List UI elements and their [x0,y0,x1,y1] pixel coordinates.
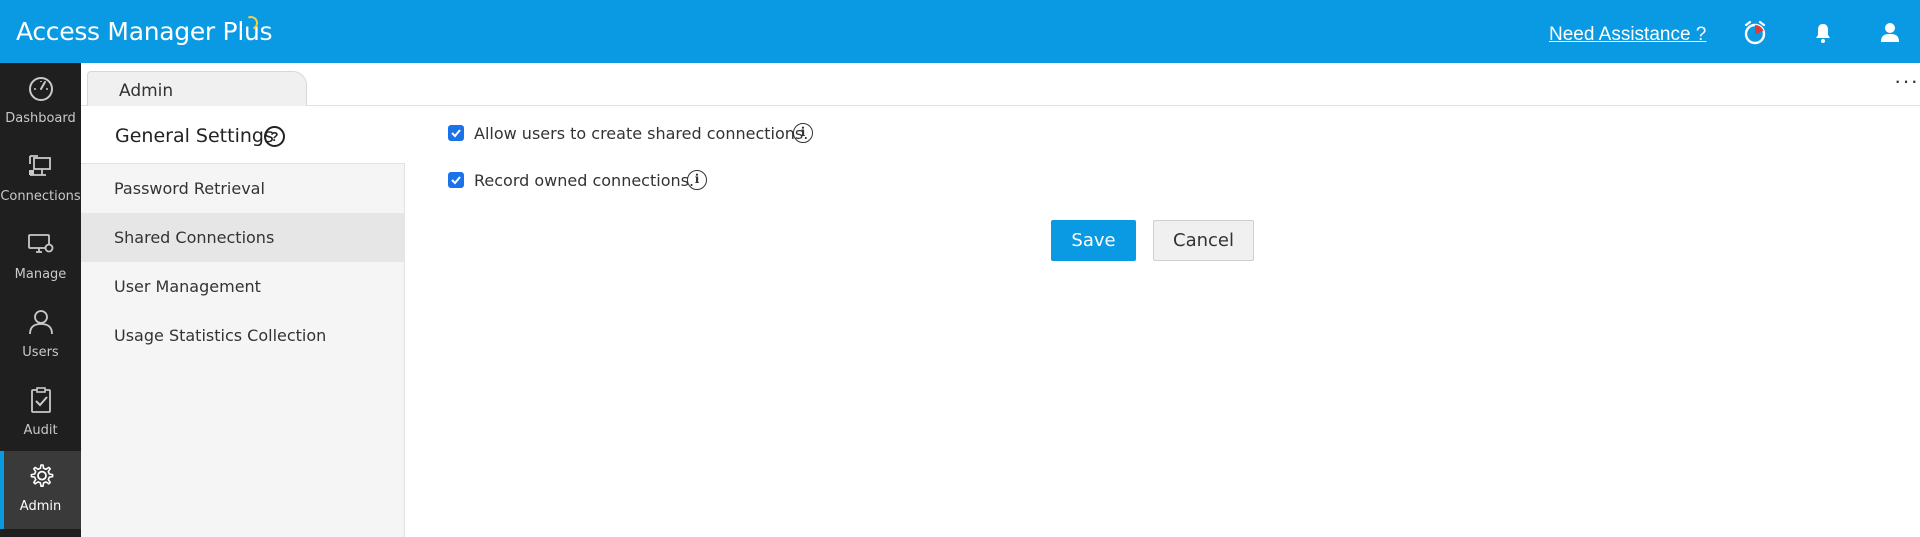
gear-icon [30,464,54,487]
settings-item-user-management[interactable]: User Management [81,262,405,311]
nav-item-users[interactable]: Users [0,297,81,375]
settings-item-shared-connections[interactable]: Shared Connections [81,213,405,262]
top-header: Access Manager Plus Need Assistance ? [0,0,1920,63]
settings-item-label: User Management [114,277,261,296]
settings-item-label: Password Retrieval [114,179,265,198]
nav-label: Connections [0,189,81,204]
settings-item-label: Usage Statistics Collection [114,326,327,345]
settings-item-label: Shared Connections [114,228,275,247]
info-icon[interactable]: i [793,123,813,143]
nav-item-audit[interactable]: Audit [0,375,81,453]
cancel-button[interactable]: Cancel [1153,220,1254,261]
connections-icon [29,155,51,176]
tab-strip: Admin [81,63,1920,106]
app-title: Access Manager Plus [16,17,273,46]
user-profile-icon[interactable] [1877,20,1903,46]
option-label: Record owned connections. [474,171,695,190]
tab-label: Admin [119,81,174,101]
nav-label: Dashboard [5,111,76,126]
active-indicator [0,451,4,529]
more-options-icon[interactable]: ··· [1894,70,1919,92]
nav-label: Manage [14,267,67,282]
nav-item-connections[interactable]: Connections [0,141,81,219]
allow-shared-checkbox[interactable] [448,125,464,141]
record-owned-checkbox[interactable] [448,172,464,188]
alarm-clock-icon[interactable] [1742,20,1768,46]
option-label: Allow users to create shared connections… [474,124,809,143]
help-icon[interactable]: ? [264,126,285,147]
nav-item-dashboard[interactable]: Dashboard [0,63,81,141]
nav-label: Audit [23,423,58,438]
clipboard-check-icon [31,387,51,413]
need-assistance-link[interactable]: Need Assistance ? [1549,24,1706,46]
user-icon [29,310,53,335]
manage-monitor-gear-icon [28,234,54,253]
save-button[interactable]: Save [1051,220,1136,261]
info-icon[interactable]: i [687,170,707,190]
nav-rail: Dashboard Connections Manage Users Audit [0,63,81,537]
nav-item-admin[interactable]: Admin [0,451,81,529]
settings-sidebar: General Settings ? Password Retrieval Sh… [81,107,405,537]
tab-admin[interactable]: Admin [87,71,307,106]
settings-title: General Settings [115,125,274,147]
nav-item-manage[interactable]: Manage [0,219,81,297]
bell-icon[interactable] [1810,20,1836,46]
settings-item-password-retrieval[interactable]: Password Retrieval [81,164,405,213]
settings-header: General Settings ? [81,107,405,164]
nav-label: Admin [19,499,62,514]
dashboard-gauge-icon [29,77,53,101]
settings-item-usage-statistics[interactable]: Usage Statistics Collection [81,311,405,360]
nav-label: Users [22,345,59,360]
